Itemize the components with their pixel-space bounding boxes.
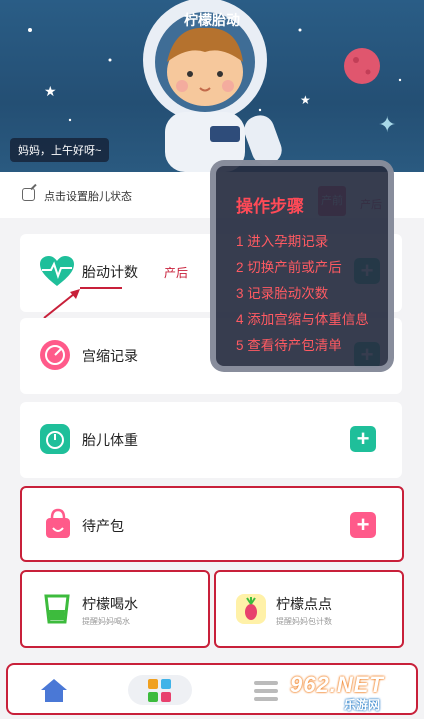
scale-icon — [40, 424, 70, 454]
steps-title: 操作步骤 — [236, 197, 304, 216]
fetal-weight-card[interactable]: 胎儿体重 + — [20, 402, 402, 478]
dots-card[interactable]: 柠檬点点 提醒妈妈包计数 — [214, 570, 404, 648]
hospital-bag-label: 待产包 — [82, 518, 124, 534]
step-item: 4 添加宫缩与体重信息 — [236, 312, 369, 327]
water-card[interactable]: 柠檬喝水 提醒妈妈喝水 — [20, 570, 210, 648]
dots-label: 柠檬点点 — [276, 596, 332, 612]
svg-text:★: ★ — [300, 93, 311, 107]
contraction-label: 宫缩记录 — [82, 348, 138, 364]
step-item: 3 记录胎动次数 — [236, 286, 329, 301]
gauge-icon — [40, 340, 70, 370]
watermark-sub: 乐游网 — [344, 698, 381, 712]
step-item: 5 查看待产包清单 — [236, 338, 342, 353]
svg-text:★: ★ — [44, 83, 57, 99]
step-item: 2 切换产前或产后 — [236, 260, 342, 275]
app-title: 柠檬胎动 — [184, 12, 240, 28]
greeting-text: 妈妈，上午好呀~ — [10, 138, 110, 162]
fetal-movement-label: 胎动计数 — [82, 264, 138, 280]
grid-icon[interactable] — [148, 679, 172, 703]
water-sub: 提醒妈妈喝水 — [82, 617, 130, 626]
mode-label: 产后 — [164, 266, 189, 280]
home-icon[interactable] — [40, 677, 68, 703]
edit-icon — [22, 188, 35, 201]
watermark-logo: 962.NET — [290, 672, 384, 697]
fetal-status-label: 点击设置胎儿状态 — [44, 191, 132, 203]
cup-icon — [44, 594, 70, 624]
hospital-bag-card[interactable]: 待产包 + — [20, 486, 404, 562]
fetal-weight-label: 胎儿体重 — [82, 432, 138, 448]
highlight-underline — [80, 287, 122, 289]
bag-icon — [46, 508, 70, 538]
heart-pulse-icon — [40, 256, 74, 286]
water-label: 柠檬喝水 — [82, 596, 138, 612]
step-item: 1 进入孕期记录 — [236, 234, 329, 249]
svg-text:✦: ✦ — [378, 112, 396, 137]
radish-icon — [236, 594, 266, 624]
add-fetal-weight-button[interactable]: + — [350, 426, 376, 452]
add-hospital-bag-button[interactable]: + — [350, 512, 376, 538]
list-icon[interactable] — [254, 679, 278, 703]
header-banner: ★ ★ ✦ 柠檬胎动 妈妈，上午好呀~ — [0, 0, 424, 172]
steps-overlay: 操作步骤 1 进入孕期记录 2 切换产前或产后 3 记录胎动次数 4 添加宫缩与… — [210, 160, 394, 372]
dots-sub: 提醒妈妈包计数 — [276, 617, 332, 626]
